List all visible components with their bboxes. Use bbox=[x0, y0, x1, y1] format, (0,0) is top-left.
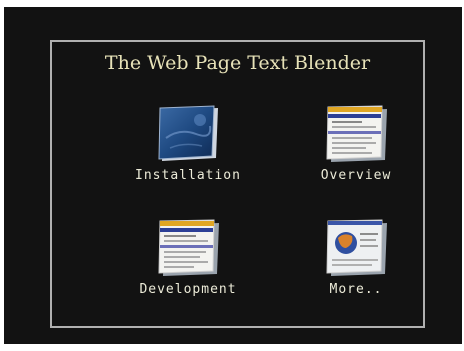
development-menu-item[interactable]: Development bbox=[108, 218, 268, 297]
installation-thumbnail-icon bbox=[158, 105, 218, 161]
overview-page-thumbnail-icon bbox=[326, 105, 387, 162]
app-screen: The Web Page Text Blender Installation O… bbox=[4, 7, 462, 344]
development-label: Development bbox=[139, 282, 237, 297]
overview-label: Overview bbox=[320, 168, 392, 183]
more-menu-item[interactable]: More.. bbox=[276, 218, 436, 297]
page-title: The Web Page Text Blender bbox=[104, 52, 371, 74]
installation-label: Installation bbox=[135, 168, 241, 183]
menu-frame: The Web Page Text Blender Installation O… bbox=[50, 40, 425, 328]
development-page-thumbnail-icon bbox=[158, 219, 219, 276]
more-label: More.. bbox=[329, 282, 383, 297]
overview-menu-item[interactable]: Overview bbox=[276, 104, 436, 183]
more-globe-thumbnail-icon bbox=[326, 219, 387, 276]
installation-menu-item[interactable]: Installation bbox=[108, 104, 268, 183]
